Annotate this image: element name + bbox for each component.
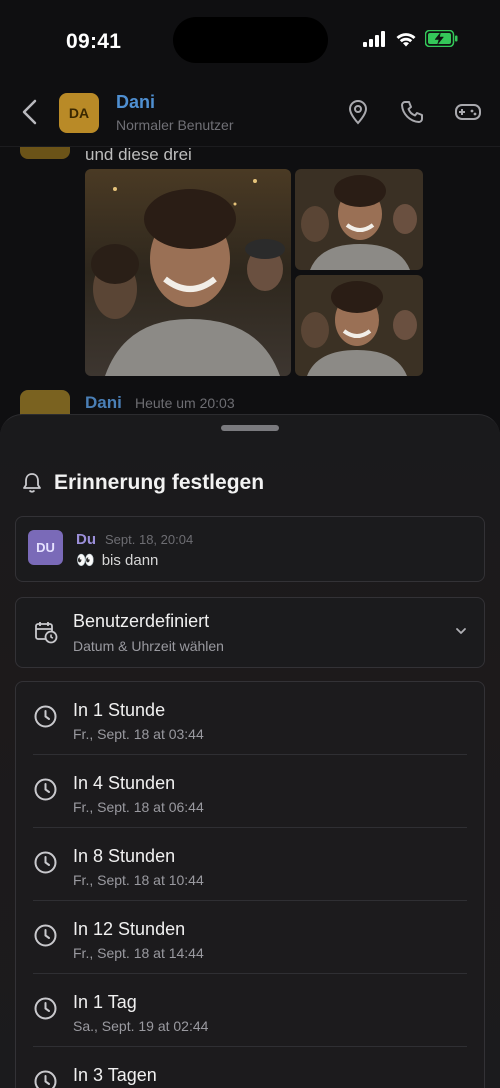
photo-bottom-right[interactable] (295, 275, 423, 376)
eyes-emoji: 👀 (76, 551, 95, 569)
option-subtitle: Fr., Sept. 18 at 06:44 (73, 799, 204, 815)
gamepad-icon[interactable] (454, 99, 482, 125)
reminder-sheet: Erinnerung festlegen DU Du Sept. 18, 20:… (0, 414, 500, 1088)
phone-icon[interactable] (399, 99, 425, 125)
preview-text-row: 👀 bis dann (76, 551, 158, 569)
custom-title: Benutzerdefiniert (73, 611, 209, 632)
preview-avatar: DU (28, 530, 63, 565)
reminder-option[interactable]: In 4 Stunden Fr., Sept. 18 at 06:44 (16, 755, 484, 828)
message-author[interactable]: Dani (85, 393, 122, 413)
calendar-clock-icon (34, 620, 58, 644)
message-avatar (20, 147, 70, 159)
clock-icon (33, 1069, 58, 1088)
option-title: In 8 Stunden (73, 846, 175, 867)
wifi-icon (395, 31, 417, 47)
reminder-option[interactable]: In 3 Tagen (16, 1047, 484, 1088)
preview-time: Sept. 18, 20:04 (105, 532, 193, 547)
status-icons (363, 30, 458, 47)
custom-datetime-selector[interactable]: Benutzerdefiniert Datum & Uhrzeit wählen (15, 597, 485, 668)
contact-role: Normaler Benutzer (116, 117, 234, 133)
reminder-option[interactable]: In 8 Stunden Fr., Sept. 18 at 10:44 (16, 828, 484, 901)
option-title: In 3 Tagen (73, 1065, 157, 1086)
contact-avatar[interactable]: DA (59, 93, 99, 133)
reminder-option[interactable]: In 12 Stunden Fr., Sept. 18 at 14:44 (16, 901, 484, 974)
preview-text: bis dann (102, 552, 159, 569)
option-title: In 12 Stunden (73, 919, 185, 940)
preview-author: Du (76, 531, 96, 548)
battery-charging-icon (425, 30, 458, 47)
option-subtitle: Fr., Sept. 18 at 10:44 (73, 872, 204, 888)
image-grid (85, 169, 423, 376)
custom-subtitle: Datum & Uhrzeit wählen (73, 638, 224, 654)
option-title: In 1 Tag (73, 992, 137, 1013)
dynamic-island (173, 17, 328, 63)
status-bar: 09:41 (0, 0, 500, 80)
message-avatar-da: DA (20, 390, 70, 417)
option-subtitle: Sa., Sept. 19 at 02:44 (73, 1018, 208, 1034)
sheet-grabber[interactable] (221, 425, 279, 431)
sheet-header: Erinnerung festlegen (22, 471, 264, 495)
reminder-option[interactable]: In 1 Tag Sa., Sept. 19 at 02:44 (16, 974, 484, 1047)
contact-name[interactable]: Dani (116, 92, 155, 113)
chevron-down-icon (454, 624, 468, 638)
reminder-options-list: In 1 Stunde Fr., Sept. 18 at 03:44 In 4 St… (15, 681, 485, 1088)
option-subtitle: Fr., Sept. 18 at 03:44 (73, 726, 204, 742)
message-text: und diese drei (85, 147, 192, 165)
option-subtitle: Fr., Sept. 18 at 14:44 (73, 945, 204, 961)
photo-top-right[interactable] (295, 169, 423, 270)
message-preview: DU Du Sept. 18, 20:04 👀 bis dann (15, 516, 485, 582)
option-title: In 4 Stunden (73, 773, 175, 794)
chat-header: DA Dani Normaler Benutzer (0, 80, 500, 147)
bell-icon (22, 472, 42, 494)
message-time: Heute um 20:03 (135, 395, 235, 411)
sheet-title: Erinnerung festlegen (54, 471, 264, 495)
location-pin-icon[interactable] (345, 99, 371, 125)
signal-icon (363, 31, 387, 47)
back-chevron-icon[interactable] (18, 97, 42, 127)
clock-icon (33, 704, 58, 729)
photo-large[interactable] (85, 169, 291, 376)
chat-area: und diese drei (0, 147, 500, 417)
clock-icon (33, 996, 58, 1021)
status-time: 09:41 (66, 30, 121, 54)
option-title: In 1 Stunde (73, 700, 165, 721)
reminder-option[interactable]: In 1 Stunde Fr., Sept. 18 at 03:44 (16, 682, 484, 755)
clock-icon (33, 923, 58, 948)
clock-icon (33, 850, 58, 875)
clock-icon (33, 777, 58, 802)
